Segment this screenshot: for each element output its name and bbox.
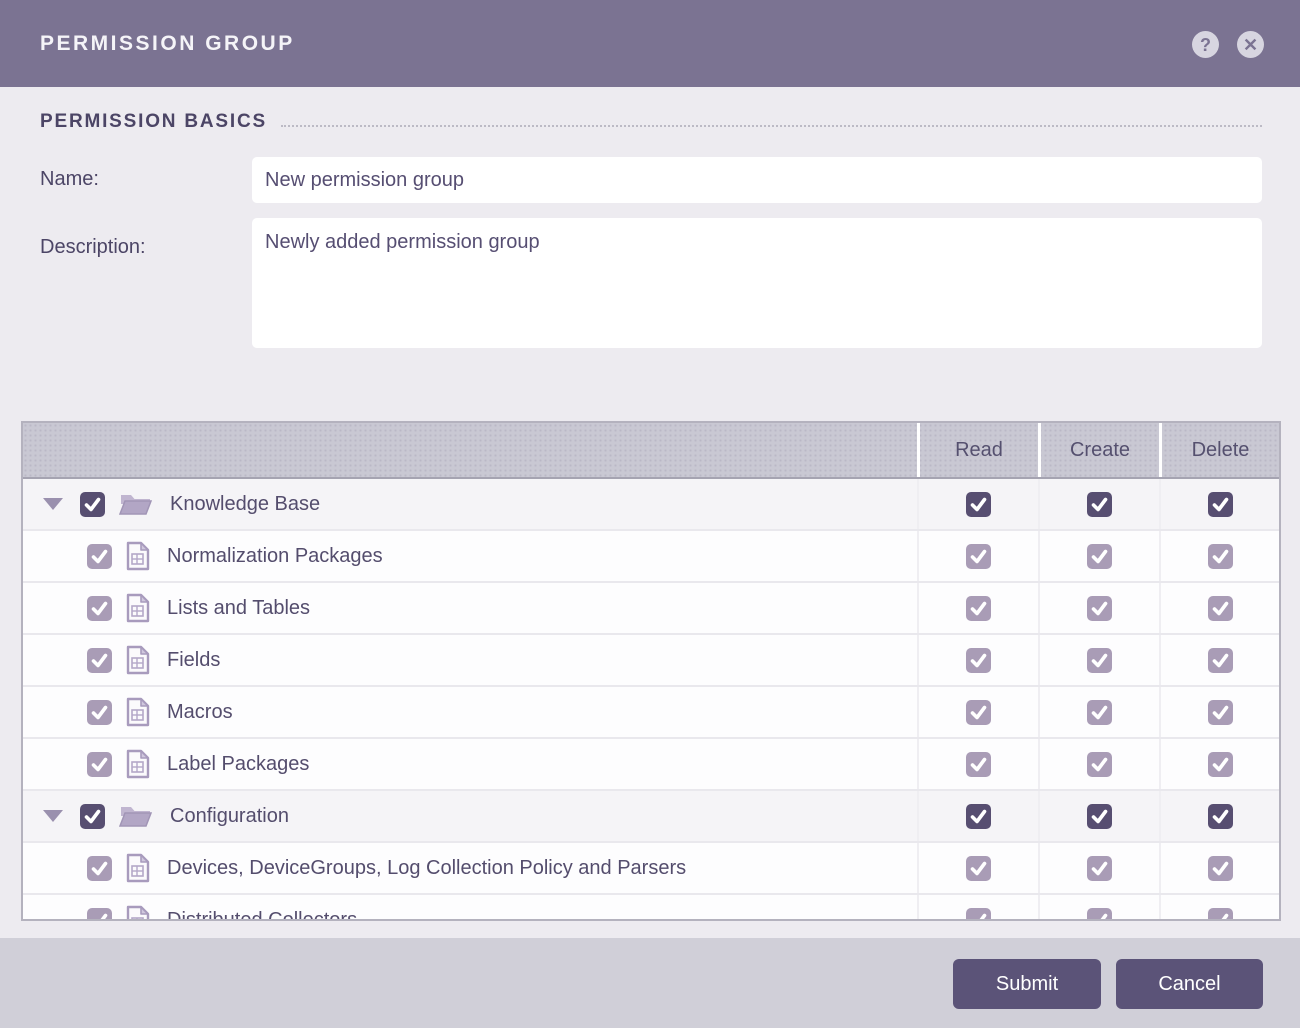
collapse-arrow-icon[interactable]: [43, 810, 63, 822]
delete-permission-checkbox[interactable]: [1208, 856, 1233, 881]
table-row: Macros: [23, 687, 1279, 739]
dialog-footer: Submit Cancel: [0, 938, 1300, 1028]
close-icon[interactable]: ✕: [1237, 31, 1264, 58]
row-label: Label Packages: [167, 753, 309, 776]
delete-permission-checkbox[interactable]: [1208, 752, 1233, 777]
row-label: Distributed Collectors: [167, 909, 357, 922]
read-permission-checkbox[interactable]: [966, 596, 991, 621]
tree-column-header: [23, 423, 917, 477]
row-select-checkbox[interactable]: [87, 752, 112, 777]
document-icon: [126, 749, 150, 779]
description-label: Description:: [40, 236, 146, 259]
row-select-checkbox[interactable]: [87, 700, 112, 725]
table-body: Knowledge Base: [23, 479, 1279, 921]
document-icon: [126, 593, 150, 623]
create-permission-checkbox[interactable]: [1087, 544, 1112, 569]
row-label: Lists and Tables: [167, 597, 310, 620]
name-field[interactable]: [252, 157, 1262, 203]
row-select-checkbox[interactable]: [87, 596, 112, 621]
section-title: PERMISSION BASICS: [40, 111, 267, 133]
collapse-arrow-icon[interactable]: [43, 498, 63, 510]
document-icon: [126, 645, 150, 675]
create-permission-checkbox[interactable]: [1087, 648, 1112, 673]
create-permission-checkbox[interactable]: [1087, 700, 1112, 725]
read-permission-checkbox[interactable]: [966, 648, 991, 673]
permissions-table: Read Create Delete: [21, 421, 1281, 921]
table-row: Distributed Collectors: [23, 895, 1279, 921]
table-row: Normalization Packages: [23, 531, 1279, 583]
document-icon: [126, 853, 150, 883]
row-label: Devices, DeviceGroups, Log Collection Po…: [167, 857, 686, 880]
row-select-checkbox[interactable]: [80, 804, 105, 829]
create-permission-checkbox[interactable]: [1087, 908, 1112, 922]
dialog-title: PERMISSION GROUP: [40, 32, 295, 56]
row-label: Macros: [167, 701, 233, 724]
read-permission-checkbox[interactable]: [966, 856, 991, 881]
description-field[interactable]: Newly added permission group: [252, 218, 1262, 348]
read-permission-checkbox[interactable]: [966, 908, 991, 922]
row-label: Fields: [167, 649, 220, 672]
delete-permission-checkbox[interactable]: [1208, 648, 1233, 673]
create-permission-checkbox[interactable]: [1087, 856, 1112, 881]
create-permission-checkbox[interactable]: [1087, 804, 1112, 829]
row-select-checkbox[interactable]: [87, 648, 112, 673]
table-row: Configuration: [23, 791, 1279, 843]
row-label: Configuration: [170, 805, 289, 828]
document-icon: [126, 697, 150, 727]
delete-permission-checkbox[interactable]: [1208, 700, 1233, 725]
read-column-header: Read: [917, 423, 1038, 477]
table-row: Lists and Tables: [23, 583, 1279, 635]
create-permission-checkbox[interactable]: [1087, 492, 1112, 517]
folder-icon: [119, 803, 153, 829]
create-permission-checkbox[interactable]: [1087, 752, 1112, 777]
section-divider: [281, 125, 1262, 127]
row-select-checkbox[interactable]: [87, 908, 112, 922]
delete-permission-checkbox[interactable]: [1208, 596, 1233, 621]
create-column-header: Create: [1038, 423, 1159, 477]
row-label: Normalization Packages: [167, 545, 383, 568]
table-row: Label Packages: [23, 739, 1279, 791]
create-permission-checkbox[interactable]: [1087, 596, 1112, 621]
folder-icon: [119, 491, 153, 517]
help-icon[interactable]: ?: [1192, 31, 1219, 58]
document-icon: [126, 541, 150, 571]
delete-permission-checkbox[interactable]: [1208, 908, 1233, 922]
read-permission-checkbox[interactable]: [966, 804, 991, 829]
row-select-checkbox[interactable]: [80, 492, 105, 517]
table-row: Knowledge Base: [23, 479, 1279, 531]
read-permission-checkbox[interactable]: [966, 492, 991, 517]
table-row: Devices, DeviceGroups, Log Collection Po…: [23, 843, 1279, 895]
read-permission-checkbox[interactable]: [966, 544, 991, 569]
dialog-titlebar: PERMISSION GROUP ? ✕: [0, 0, 1300, 87]
document-icon: [126, 905, 150, 921]
row-label: Knowledge Base: [170, 493, 320, 516]
delete-permission-checkbox[interactable]: [1208, 544, 1233, 569]
read-permission-checkbox[interactable]: [966, 752, 991, 777]
row-select-checkbox[interactable]: [87, 856, 112, 881]
submit-button[interactable]: Submit: [953, 959, 1101, 1009]
cancel-button[interactable]: Cancel: [1116, 959, 1263, 1009]
delete-permission-checkbox[interactable]: [1208, 492, 1233, 517]
read-permission-checkbox[interactable]: [966, 700, 991, 725]
delete-permission-checkbox[interactable]: [1208, 804, 1233, 829]
name-label: Name:: [40, 168, 99, 191]
table-header-row: Read Create Delete: [23, 423, 1279, 479]
table-row: Fields: [23, 635, 1279, 687]
delete-column-header: Delete: [1159, 423, 1279, 477]
row-select-checkbox[interactable]: [87, 544, 112, 569]
